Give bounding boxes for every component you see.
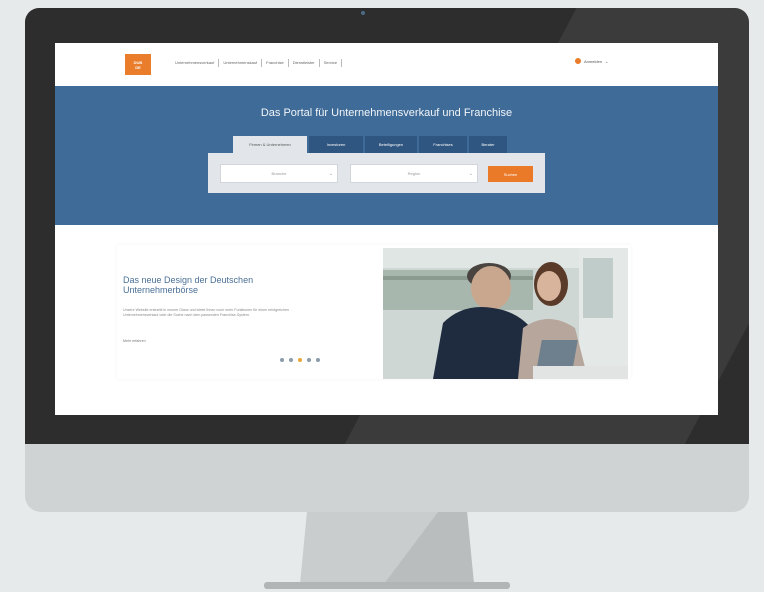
monitor-base xyxy=(264,582,510,589)
tab-investoren[interactable]: Investoren xyxy=(309,136,363,153)
site-logo[interactable]: DUB DE xyxy=(125,54,151,75)
menu-item-unternehmensverkauf[interactable]: Unternehmensverkauf xyxy=(171,59,220,67)
slider-dot[interactable] xyxy=(316,358,320,362)
slider-dots xyxy=(280,358,320,362)
monitor-stand xyxy=(300,512,474,584)
monitor-mockup: DUB DE Unternehmensverkauf Unternehmensk… xyxy=(0,0,764,592)
hero-title: Das Portal für Unternehmensverkauf und F… xyxy=(260,107,513,119)
tab-berater[interactable]: Berater xyxy=(469,136,507,153)
tab-firmen[interactable]: Firmen & Unternehmen xyxy=(233,136,307,153)
feature-title: Das neue Design der Deutschen Unternehme… xyxy=(123,275,254,295)
slider-dot[interactable] xyxy=(289,358,293,362)
user-icon xyxy=(575,58,581,64)
region-select[interactable]: Region ⌄ xyxy=(350,164,478,183)
search-panel: Branche ⌄ Region ⌄ Suchen xyxy=(208,153,545,193)
menu-item-dienstleister[interactable]: Dienstleister xyxy=(289,59,320,67)
chevron-down-icon: ⌄ xyxy=(605,58,609,64)
branche-select-value: Branche xyxy=(271,171,287,176)
logo-line-2: DE xyxy=(135,64,141,70)
slider-dot[interactable] xyxy=(307,358,311,362)
camera-icon xyxy=(361,11,365,15)
login-label: Anmelden xyxy=(584,58,603,64)
tab-franchises[interactable]: Franchises xyxy=(419,136,467,153)
chevron-down-icon: ⌄ xyxy=(468,171,473,177)
business-meeting-image xyxy=(383,248,628,379)
menu-item-franchise[interactable]: Franchise xyxy=(262,59,289,67)
feature-link[interactable]: Mehr erfahren xyxy=(123,339,146,343)
feature-photo xyxy=(383,248,628,379)
branche-select[interactable]: Branche ⌄ xyxy=(220,164,338,183)
hero-banner: Das Portal für Unternehmensverkauf und F… xyxy=(55,86,718,225)
monitor-chin xyxy=(25,444,749,512)
region-select-value: Region xyxy=(407,171,421,176)
feature-text: Unsere Website erstrahlt in neuem Glanz … xyxy=(123,308,289,317)
chevron-down-icon: ⌄ xyxy=(328,171,333,177)
menu-item-unternehmenskauf[interactable]: Unternehmenskauf xyxy=(219,59,263,67)
slider-dot-active[interactable] xyxy=(298,358,302,362)
login-button[interactable]: Anmelden ⌄ xyxy=(575,58,608,64)
website-screen: DUB DE Unternehmensverkauf Unternehmensk… xyxy=(55,43,718,415)
search-tabs: Firmen & Unternehmen Investoren Beteilig… xyxy=(233,136,507,153)
main-menu: Unternehmensverkauf Unternehmenskauf Fra… xyxy=(171,59,343,67)
search-button[interactable]: Suchen xyxy=(488,166,533,182)
slider-dot[interactable] xyxy=(280,358,284,362)
top-navigation: DUB DE Unternehmensverkauf Unternehmensk… xyxy=(55,43,718,86)
tab-beteiligungen[interactable]: Beteiligungen xyxy=(365,136,417,153)
menu-item-service[interactable]: Service xyxy=(320,59,343,67)
feature-card: Das neue Design der Deutschen Unternehme… xyxy=(117,245,631,379)
